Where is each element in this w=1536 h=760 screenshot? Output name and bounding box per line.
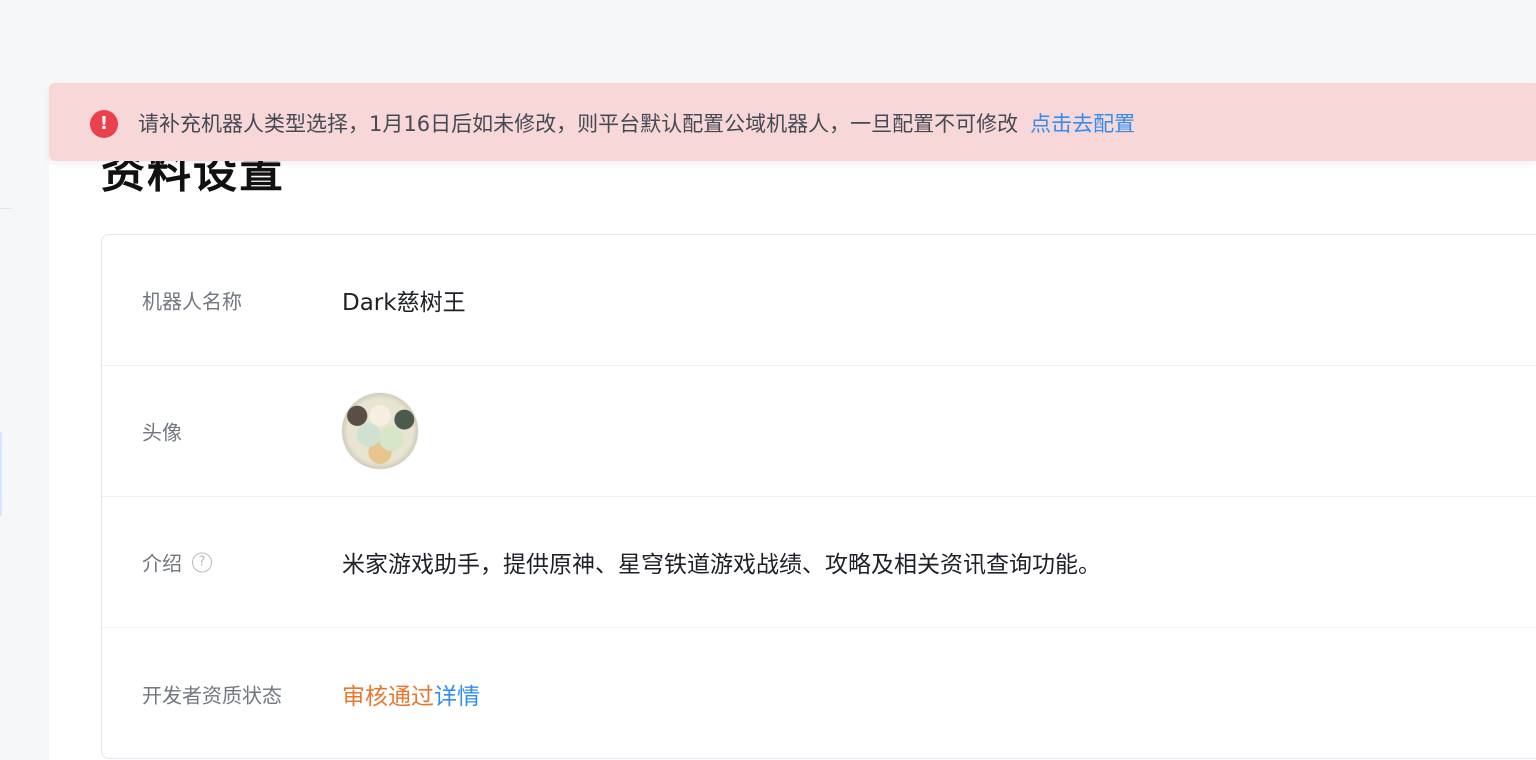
sidebar-active-indicator — [0, 432, 2, 516]
configure-link[interactable]: 点击去配置 — [1030, 112, 1135, 136]
row-avatar: 头像 — [102, 366, 1536, 497]
sidebar — [0, 0, 49, 760]
profile-settings-card: 机器人名称 Dark慈树王 头像 介绍 ? 米家游戏助手，提供原神、星穹铁道游戏… — [101, 234, 1536, 759]
status-detail-link[interactable]: 详情 — [434, 684, 480, 710]
robot-name-label: 机器人名称 — [142, 289, 242, 314]
row-introduction: 介绍 ? 米家游戏助手，提供原神、星穹铁道游戏战绩、攻略及相关资讯查询功能。 — [102, 497, 1536, 628]
avatar[interactable] — [342, 393, 418, 469]
status-badge: 审核通过 — [342, 683, 434, 710]
robot-name-value: Dark慈树王 — [342, 290, 466, 316]
sidebar-divider — [0, 208, 12, 209]
introduction-label: 介绍 — [142, 551, 182, 576]
alert-message-line: 请补充机器人类型选择，1月16日后如未修改，则平台默认配置公域机器人，一旦配置不… — [138, 109, 1135, 139]
developer-status-label: 开发者资质状态 — [142, 683, 282, 707]
developer-status-value: 审核通过详情 — [342, 677, 480, 711]
question-circle-icon[interactable]: ? — [192, 552, 212, 572]
row-robot-name: 机器人名称 Dark慈树王 — [102, 235, 1536, 366]
introduction-label-wrap: 介绍 ? — [142, 548, 212, 577]
alert-banner: ! 请补充机器人类型选择，1月16日后如未修改，则平台默认配置公域机器人，一旦配… — [49, 83, 1536, 161]
exclamation-circle-icon: ! — [90, 110, 118, 138]
avatar-label: 头像 — [142, 420, 182, 445]
introduction-value: 米家游戏助手，提供原神、星穹铁道游戏战绩、攻略及相关资讯查询功能。 — [342, 552, 1101, 578]
row-developer-status: 开发者资质状态 审核通过详情 — [102, 628, 1536, 759]
alert-message: 请补充机器人类型选择，1月16日后如未修改，则平台默认配置公域机器人，一旦配置不… — [138, 112, 1019, 136]
